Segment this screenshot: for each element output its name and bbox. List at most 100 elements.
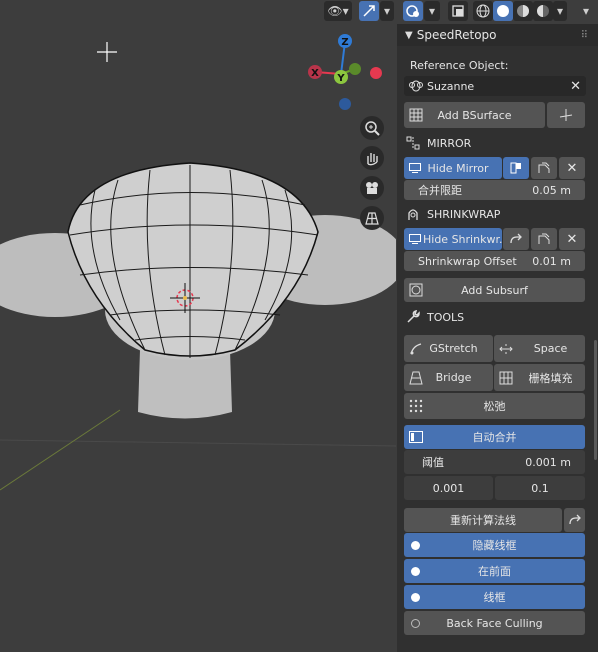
clip-icon xyxy=(510,162,522,174)
bsurface-settings-button[interactable] xyxy=(547,102,585,128)
close-icon: ✕ xyxy=(566,231,578,247)
relax-button[interactable]: 松弛 xyxy=(404,393,585,419)
shrinkwrap-offset-value: 0.01 m xyxy=(532,254,571,268)
3d-viewport[interactable]: Z X Y xyxy=(0,0,396,652)
panel-scrollbar[interactable] xyxy=(594,340,597,460)
viewport-header: 👁▾ ▾ ▾ ▾ ▾ xyxy=(0,0,598,24)
value-b-field[interactable]: 0.1 xyxy=(495,476,585,500)
clear-icon[interactable]: ✕ xyxy=(570,79,581,94)
in-front-label: 在前面 xyxy=(478,565,511,578)
chevron-down-icon[interactable]: ▾ xyxy=(424,1,440,21)
merge-limit-field[interactable]: 合并限距 0.05 m xyxy=(404,180,585,200)
camera-icon[interactable] xyxy=(360,176,384,200)
gizmo-y-label: Y xyxy=(336,73,345,84)
space-label: Space xyxy=(533,342,568,355)
wireframe-toggle[interactable]: 线框 xyxy=(404,585,585,609)
solid-shading-icon[interactable] xyxy=(493,1,513,21)
gizmo-x-label: X xyxy=(311,68,319,79)
wireframe-label: 线框 xyxy=(483,591,506,604)
value-b: 0.1 xyxy=(531,481,549,495)
monitor-icon xyxy=(409,234,421,244)
hide-mirror-label: Hide Mirror xyxy=(427,161,489,175)
add-subsurf-label: Add Subsurf xyxy=(461,283,528,297)
hide-wire-label: 隐藏线框 xyxy=(472,539,517,552)
zoom-icon[interactable] xyxy=(360,116,384,140)
value-a: 0.001 xyxy=(432,481,465,495)
space-icon xyxy=(499,342,513,356)
grid-fill-label: 栅格填充 xyxy=(528,371,573,385)
auto-merge-label: 自动合并 xyxy=(472,431,517,444)
add-bsurface-label: Add BSurface xyxy=(437,108,512,122)
overlay-icon[interactable] xyxy=(448,1,468,21)
recalc-normals-redo-button[interactable] xyxy=(564,508,585,532)
wireframe-shading-icon[interactable] xyxy=(473,1,493,21)
bridge-button[interactable]: Bridge xyxy=(404,364,493,391)
threshold-value: 0.001 m xyxy=(525,455,571,469)
add-subsurf-button[interactable]: Add Subsurf xyxy=(404,278,585,302)
close-icon: ✕ xyxy=(566,160,578,176)
monitor-icon xyxy=(409,163,421,173)
redo-icon xyxy=(568,514,582,526)
bridge-label: Bridge xyxy=(435,371,472,384)
add-bsurface-button[interactable]: Add BSurface xyxy=(404,102,545,128)
space-button[interactable]: Space xyxy=(494,335,585,362)
recalc-normals-button[interactable]: 重新计算法线 xyxy=(404,508,562,532)
threshold-field[interactable]: 阈值 0.001 m xyxy=(404,450,585,474)
object-mode-icon[interactable] xyxy=(403,1,423,21)
shrinkwrap-remove-button[interactable]: ✕ xyxy=(559,228,585,250)
drag-handle-icon[interactable]: ⠿ xyxy=(581,30,588,41)
chevron-down-icon[interactable]: ▾ xyxy=(380,1,394,21)
tools-section-header: TOOLS xyxy=(405,310,464,324)
backface-culling-toggle[interactable]: Back Face Culling xyxy=(404,611,585,635)
reference-object-label: Reference Object: xyxy=(410,59,509,72)
threshold-label: 阈值 xyxy=(422,456,444,469)
gstretch-label: GStretch xyxy=(429,342,478,355)
mirror-apply-button[interactable] xyxy=(531,157,557,179)
shrinkwrap-icon xyxy=(405,207,421,221)
gizmo-toggle-icon[interactable] xyxy=(359,1,379,21)
hand-icon[interactable] xyxy=(360,146,384,170)
collapse-arrow-icon[interactable]: ▼ xyxy=(405,30,413,41)
reference-object-field[interactable]: Suzanne ✕ xyxy=(404,76,586,96)
merge-limit-label: 合并限距 xyxy=(418,184,462,197)
shrinkwrap-section-header: SHRINKWRAP xyxy=(405,207,500,221)
toggle-on-icon xyxy=(411,566,420,576)
mirror-title: MIRROR xyxy=(427,136,472,150)
gstretch-button[interactable]: GStretch xyxy=(404,335,493,362)
grid-fill-button[interactable]: 栅格填充 xyxy=(494,364,585,391)
panel-header[interactable]: ▼ SpeedRetopo ⠿ xyxy=(397,24,598,46)
value-a-field[interactable]: 0.001 xyxy=(404,476,493,500)
relax-label: 松弛 xyxy=(483,400,506,413)
recalc-normals-label: 重新计算法线 xyxy=(450,514,516,527)
toggle-on-icon xyxy=(411,592,420,602)
subsurf-icon xyxy=(409,283,423,297)
shrinkwrap-redo-button[interactable] xyxy=(503,228,529,250)
shrinkwrap-apply-button[interactable] xyxy=(531,228,557,250)
navigation-gizmo[interactable]: Z X Y xyxy=(305,32,385,112)
hide-shrinkwrap-button[interactable]: Hide Shrinkwr... xyxy=(404,228,509,250)
gizmo-z-label: Z xyxy=(341,37,348,48)
bridge-icon xyxy=(409,371,423,385)
hide-shrinkwrap-label: Hide Shrinkwr... xyxy=(423,232,510,246)
auto-merge-toggle[interactable]: 自动合并 xyxy=(404,425,585,449)
rendered-shading-icon[interactable] xyxy=(533,1,553,21)
camera-view-icon[interactable]: 👁▾ xyxy=(324,1,352,21)
chevron-down-icon[interactable]: ▾ xyxy=(553,1,567,21)
toggle-off-icon xyxy=(411,618,420,628)
grid-icon xyxy=(409,108,423,122)
in-front-toggle[interactable]: 在前面 xyxy=(404,559,585,583)
apply-icon xyxy=(538,162,550,174)
material-shading-icon[interactable] xyxy=(513,1,533,21)
wrench-icon xyxy=(405,310,421,324)
tools-title: TOOLS xyxy=(427,310,465,324)
grid-fill-icon xyxy=(499,371,513,385)
speedretopo-panel: ▼ SpeedRetopo ⠿ Reference Object: Suzann… xyxy=(397,24,598,652)
hide-mirror-button[interactable]: Hide Mirror xyxy=(404,157,502,179)
hide-wire-toggle[interactable]: 隐藏线框 xyxy=(404,533,585,557)
options-icon[interactable]: ▾ xyxy=(578,1,594,21)
shrinkwrap-offset-field[interactable]: Shrinkwrap Offset 0.01 m xyxy=(404,251,585,271)
grid-icon[interactable] xyxy=(360,206,384,230)
mirror-remove-button[interactable]: ✕ xyxy=(559,157,585,179)
reference-object-value: Suzanne xyxy=(427,79,475,93)
mirror-clip-button[interactable] xyxy=(503,157,529,179)
